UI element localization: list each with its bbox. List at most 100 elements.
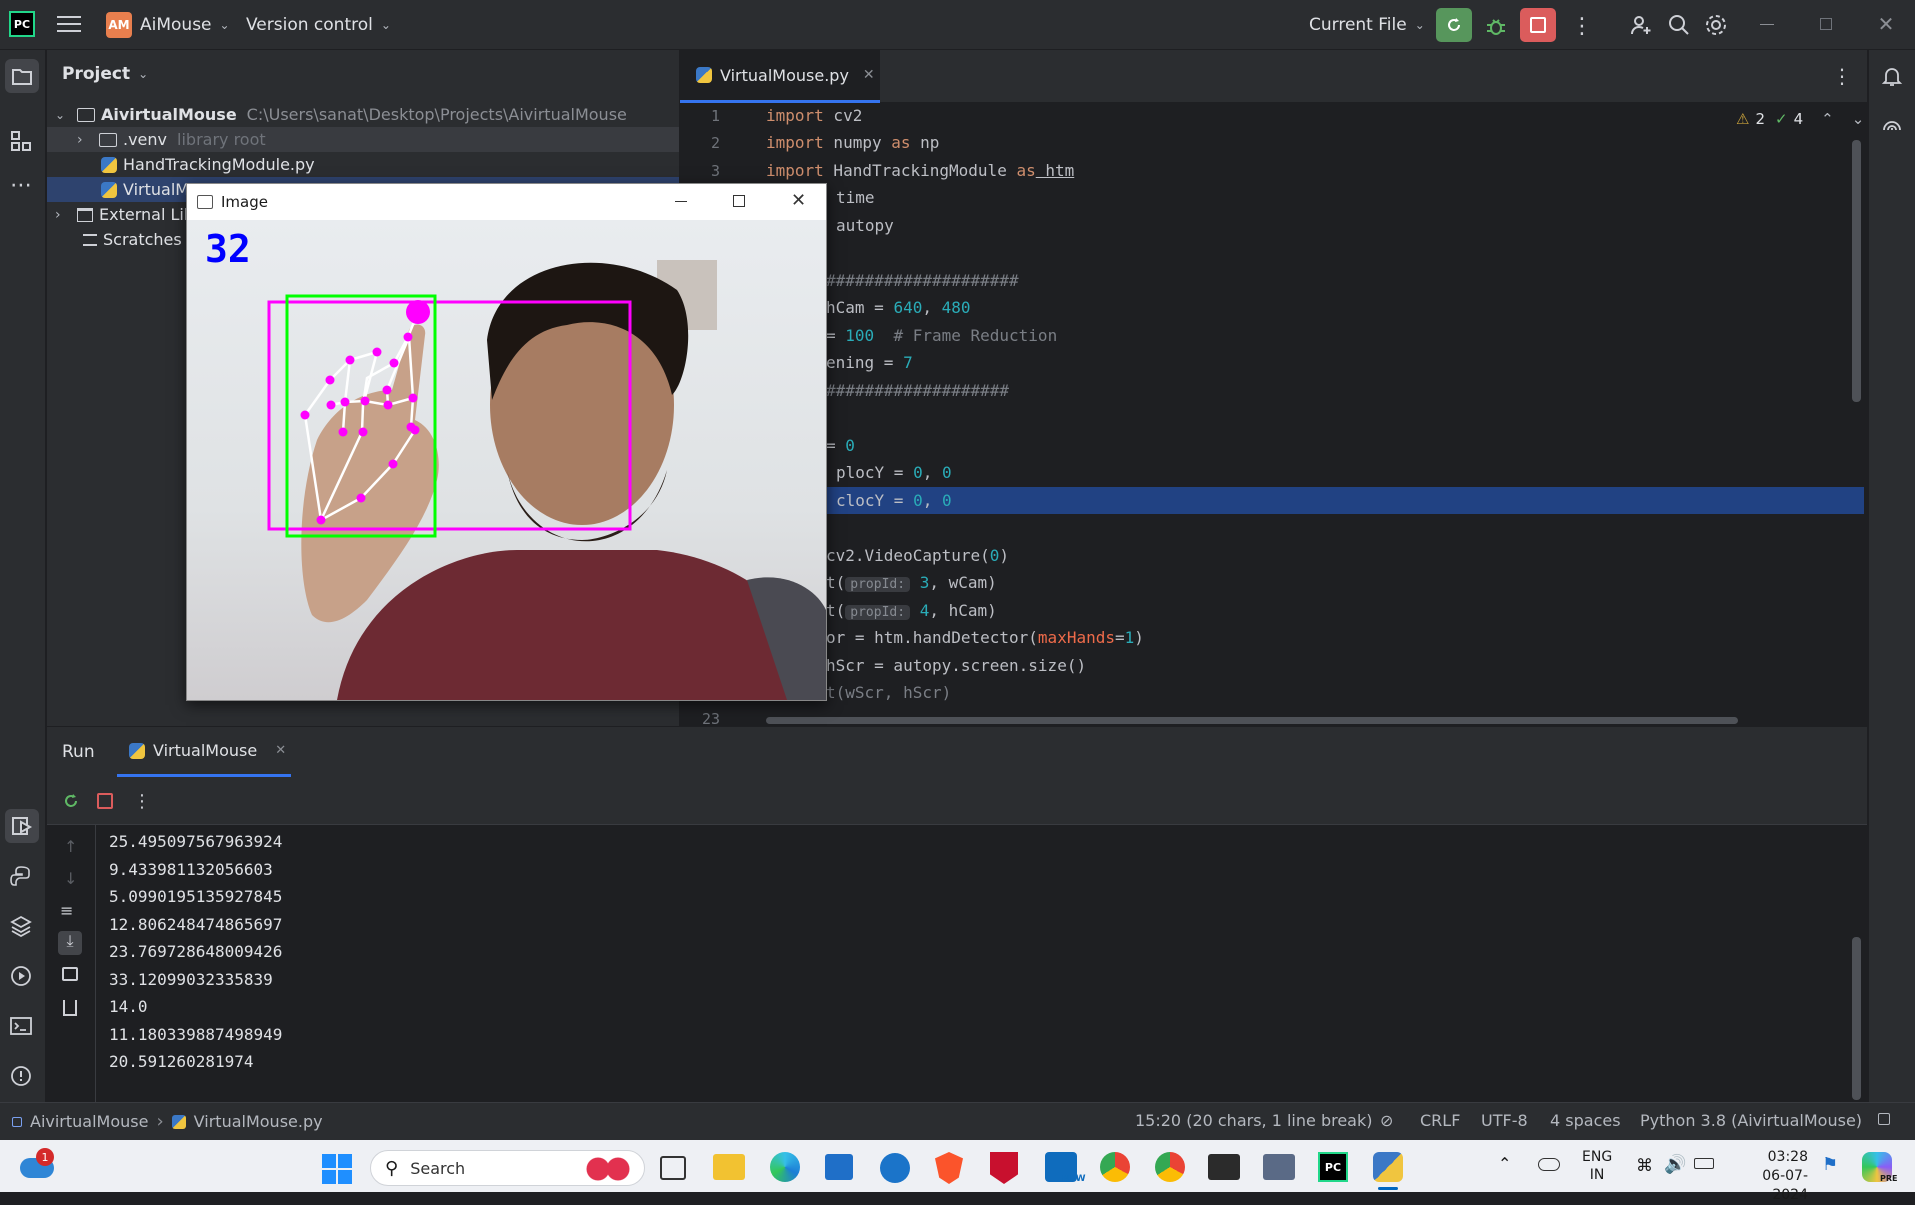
editor-tab-virtual-mouse[interactable]: VirtualMouse.py ✕ [680,50,880,103]
ai-assistant-icon[interactable] [1880,114,1904,138]
add-user-icon[interactable] [1629,13,1653,37]
code-line: autopy [836,216,894,235]
pycharm-taskbar-icon[interactable]: PC [1318,1152,1348,1182]
inspection-widget[interactable]: ⚠ 2 ✓ 4 ⌃ ⌄ [1736,110,1864,128]
microsoft-store-icon[interactable] [825,1154,853,1180]
run-tool-icon[interactable] [5,809,39,843]
stop-button[interactable] [1520,8,1556,42]
python-interpreter[interactable]: Python 3.8 (AivirtualMouse) [1640,1111,1862,1130]
breadcrumb-file[interactable]: VirtualMouse.py [194,1112,323,1131]
tree-row-external-libraries[interactable]: › External Lib [55,202,194,227]
battery-icon[interactable] [1694,1158,1714,1169]
terminal-icon[interactable] [10,1015,32,1037]
show-hidden-icons-icon[interactable]: ⌃ [1498,1154,1511,1173]
print-icon[interactable] [62,967,78,981]
chrome-icon[interactable] [1100,1152,1130,1182]
main-menu-icon[interactable] [57,14,81,34]
brave-browser-icon[interactable] [935,1152,963,1184]
arrow-up-icon[interactable]: ↑ [64,837,77,856]
code-line: or = htm.handDetector(maxHands=1) [826,628,1144,647]
more-tools-icon[interactable]: ⋯ [8,172,34,198]
line-separator[interactable]: CRLF [1420,1111,1460,1130]
tree-row-root[interactable]: ⌄ AivirtualMouse C:\Users\sanat\Desktop\… [55,102,627,127]
run-tab-virtual-mouse[interactable]: VirtualMouse ✕ [117,727,291,777]
search-icon[interactable] [1667,13,1691,37]
breadcrumb-project[interactable]: AivirtualMouse [30,1112,148,1131]
scroll-to-end-icon[interactable]: ⤓ [58,931,82,955]
project-panel-header[interactable]: Project ⌄ [62,64,148,84]
wifi-icon[interactable]: ⌘ [1636,1156,1653,1176]
lock-icon[interactable] [1878,1113,1890,1125]
close-icon[interactable]: ✕ [791,190,806,211]
trash-icon[interactable] [63,1000,77,1016]
chevron-up-icon[interactable]: ⌃ [1821,110,1834,128]
more-options-icon[interactable]: ⋮ [133,789,151,813]
tree-row-hand-tracking-module[interactable]: HandTrackingModule.py [101,152,315,177]
file-encoding[interactable]: UTF-8 [1481,1111,1528,1130]
python-taskbar-icon[interactable] [1373,1152,1403,1182]
maximize-icon[interactable] [733,195,745,207]
problems-icon[interactable] [10,1065,32,1087]
chevron-right-icon: › [156,1111,164,1132]
restore-window-icon[interactable] [1820,18,1832,30]
image-window-titlebar[interactable]: Image ✕ [187,184,826,220]
chevron-down-icon[interactable]: ⌄ [1852,110,1865,128]
remote-desktop-icon[interactable] [1263,1154,1295,1180]
tree-row-virtual-mouse[interactable]: VirtualM [101,177,189,202]
settings-gear-icon[interactable] [1704,13,1728,37]
soft-wrap-icon[interactable]: ≡ [60,901,73,920]
structure-icon[interactable] [10,130,32,152]
notifications-bell-icon[interactable] [1880,64,1904,88]
file-explorer-icon[interactable] [713,1154,745,1180]
arrow-down-icon[interactable]: ↓ [64,869,77,888]
onedrive-tray-icon[interactable] [1538,1158,1560,1171]
rerun-button[interactable] [1436,8,1472,42]
task-view-icon[interactable] [660,1156,686,1180]
close-tab-icon[interactable]: ✕ [863,67,875,83]
no-inspections-icon[interactable]: ⊘ [1380,1111,1393,1130]
minimize-window-icon[interactable] [1760,24,1774,25]
edge-browser-icon[interactable] [770,1152,800,1182]
stop-icon[interactable] [97,793,113,809]
project-selector[interactable]: AM AiMouse ⌄ [106,12,230,38]
horizontal-scrollbar[interactable] [766,717,1738,724]
close-window-icon[interactable]: ✕ [1876,12,1896,36]
minimize-icon[interactable] [675,201,687,202]
hand [301,324,439,623]
start-button[interactable] [322,1154,352,1184]
mcafee-icon[interactable] [990,1152,1018,1184]
clock-date: 06-07-2024 [1762,1168,1808,1203]
project-panel-title: Project [62,64,131,84]
vcs-selector[interactable]: Version control ⌄ [246,12,391,38]
console-scrollbar[interactable] [1852,937,1861,1100]
language-indicator[interactable]: ENG IN [1582,1148,1612,1184]
pycharm-logo-icon[interactable]: PC [9,11,35,37]
notification-bell-icon[interactable]: ⚑ [1822,1154,1838,1175]
search-icon: ⚲ [385,1157,399,1179]
image-window[interactable]: Image ✕ 32 [186,183,827,701]
debug-icon[interactable] [1483,13,1509,39]
terminal-app-icon[interactable] [1208,1154,1240,1180]
chrome-profile-icon[interactable] [1155,1152,1185,1182]
tab-options-icon[interactable]: ⋮ [1832,64,1852,88]
tree-row-scratches[interactable]: Scratches a [77,227,197,252]
dell-app-icon[interactable] [880,1153,910,1183]
code-line: = 0 [826,436,855,455]
volume-icon[interactable]: 🔊 [1664,1154,1686,1175]
vertical-scrollbar[interactable] [1852,140,1861,402]
project-tool-icon[interactable] [5,59,39,93]
more-actions-icon[interactable]: ⋮ [1571,13,1593,39]
console-output-line: 20.591260281974 [109,1052,254,1071]
clock[interactable]: 03:28 06-07-2024 [1728,1148,1808,1205]
taskbar-search-box[interactable]: ⚲ Search [370,1150,645,1186]
line-number: 2 [710,134,720,152]
tree-row-venv[interactable]: › .venv library root [77,127,266,152]
rerun-icon[interactable] [61,791,81,811]
close-tab-icon[interactable]: ✕ [275,743,286,758]
python-packages-icon[interactable] [10,865,32,887]
layers-icon[interactable] [10,915,32,937]
run-config-selector[interactable]: Current File ⌄ [1309,12,1425,38]
caret-position[interactable]: 15:20 (20 chars, 1 line break) [1135,1111,1372,1130]
indent-setting[interactable]: 4 spaces [1550,1111,1621,1130]
services-icon[interactable] [10,965,32,987]
